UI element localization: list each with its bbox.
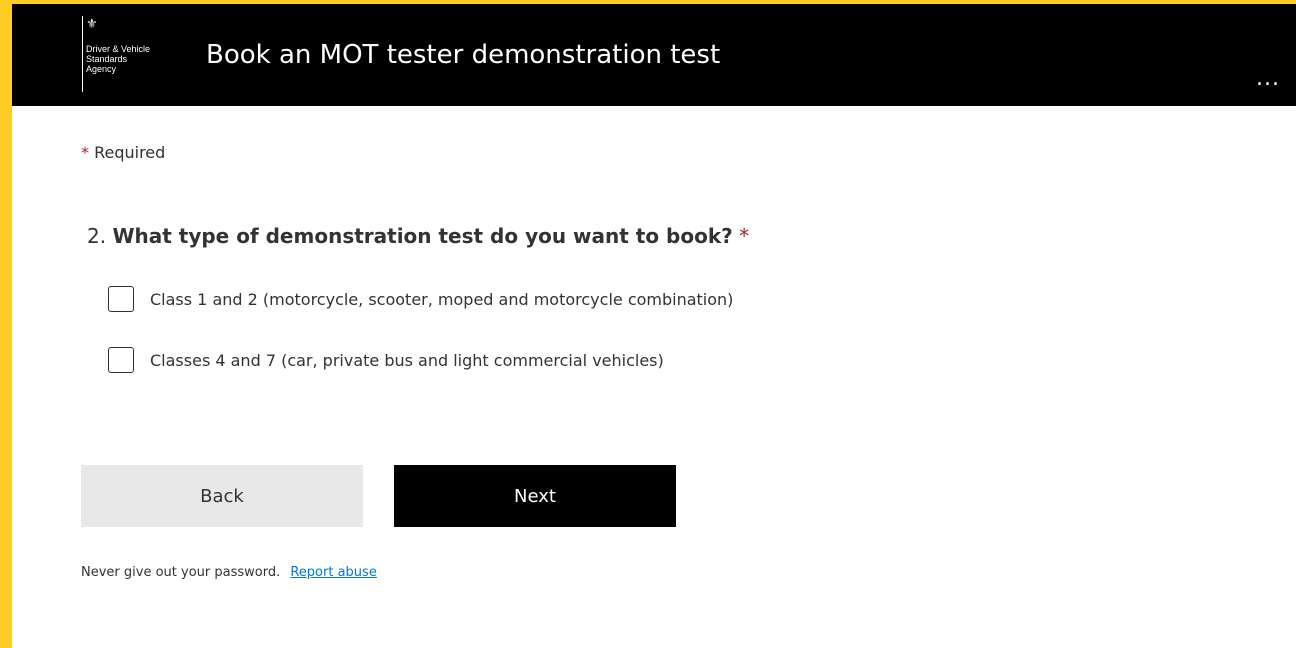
page-title: Book an MOT tester demonstration test [206,40,721,70]
checkbox-class-4-7[interactable] [108,347,134,373]
required-label: Required [94,143,166,162]
question-heading: 2. What type of demonstration test do yo… [87,224,749,248]
option-class-4-7[interactable]: Classes 4 and 7 (car, private bus and li… [108,347,664,373]
more-options-button[interactable]: ... [1256,62,1296,96]
report-abuse-link[interactable]: Report abuse [290,565,376,580]
royal-crest-icon: ⚜ [86,17,98,32]
back-button[interactable]: Back [81,465,363,527]
question-text: What type of demonstration test do you w… [112,224,733,248]
logo-line-2: Standards [86,54,128,64]
dvsa-logo: ⚜ Driver & Vehicle Standards Agency [82,16,202,92]
form-frame: ⚜ Driver & Vehicle Standards Agency Book… [12,4,1296,648]
next-button[interactable]: Next [394,465,676,527]
option-label-class-4-7: Classes 4 and 7 (car, private bus and li… [150,350,664,370]
question-required-star: * [739,224,750,248]
logo-line-1: Driver & Vehicle [86,44,151,54]
logo-divider [82,16,83,92]
password-warning: Never give out your password. [81,565,281,580]
logo-text: Driver & Vehicle Standards Agency [86,44,196,74]
option-label-class-1-2: Class 1 and 2 (motorcycle, scooter, mope… [150,289,734,309]
required-note: * Required [81,143,165,162]
required-star: * [81,143,89,162]
checkbox-class-1-2[interactable] [108,286,134,312]
header-bar: ⚜ Driver & Vehicle Standards Agency Book… [12,4,1296,106]
question-number: 2. [87,224,107,248]
footer: Never give out your password. Report abu… [81,565,377,580]
option-class-1-2[interactable]: Class 1 and 2 (motorcycle, scooter, mope… [108,286,733,312]
logo-line-3: Agency [86,64,117,74]
